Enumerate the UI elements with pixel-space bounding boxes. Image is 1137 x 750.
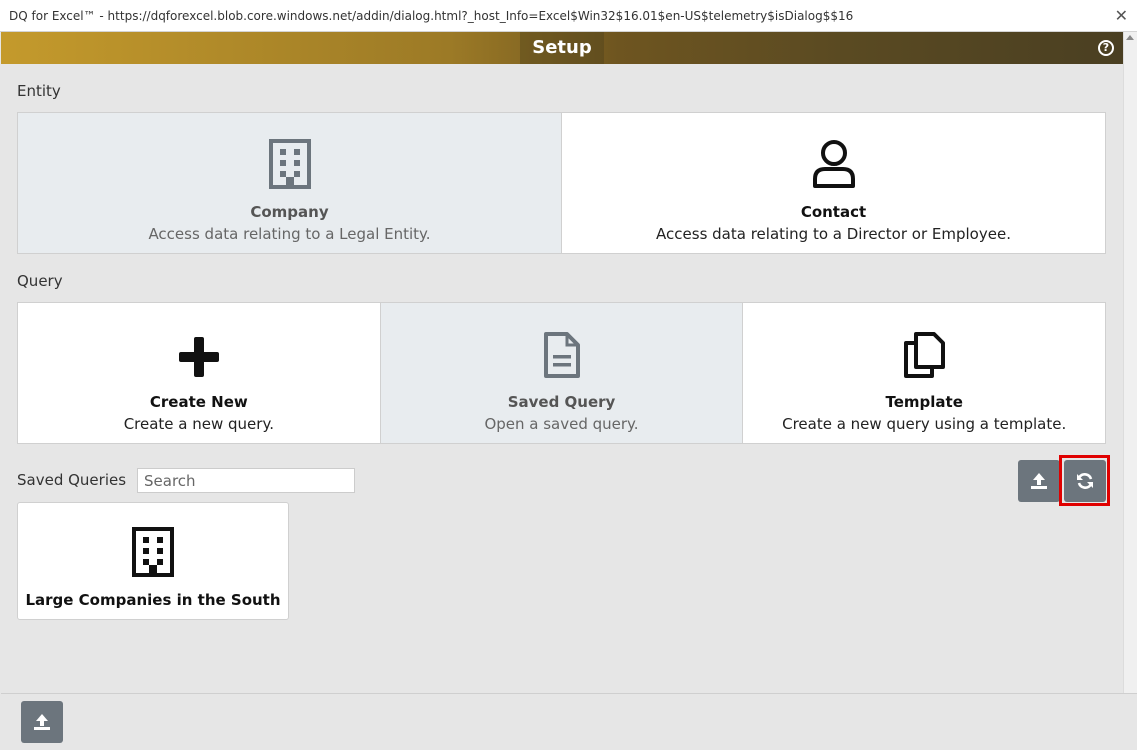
- saved-queries-label: Saved Queries: [17, 471, 127, 489]
- footer: [1, 693, 1137, 750]
- create-new-card-desc: Create a new query.: [123, 415, 274, 433]
- upload-icon: [1031, 473, 1047, 489]
- template-card-desc: Create a new query using a template.: [782, 415, 1067, 433]
- entity-section-label: Entity: [17, 82, 61, 100]
- user-icon: [811, 139, 857, 193]
- setup-header: Setup ?: [1, 32, 1123, 64]
- close-icon[interactable]: ✕: [1115, 0, 1128, 31]
- upload-icon: [34, 714, 50, 730]
- create-new-card-title: Create New: [149, 393, 248, 411]
- saved-query-item[interactable]: Large Companies in the South: [17, 502, 289, 620]
- saved-query-card-desc: Open a saved query.: [484, 415, 639, 433]
- template-card-title: Template: [885, 393, 963, 411]
- company-card[interactable]: Company Access data relating to a Legal …: [18, 113, 562, 253]
- footer-upload-button[interactable]: [21, 701, 63, 743]
- saved-query-item-name: Large Companies in the South: [25, 591, 281, 609]
- window-titlebar: DQ for Excel™ - https://dqforexcel.blob.…: [0, 0, 1137, 32]
- file-icon: [543, 331, 581, 383]
- contact-card-desc: Access data relating to a Director or Em…: [656, 225, 1011, 243]
- search-input[interactable]: [137, 468, 355, 493]
- window-title: DQ for Excel™ - https://dqforexcel.blob.…: [9, 9, 854, 23]
- building-icon: [131, 527, 175, 581]
- query-cards: Create New Create a new query. Saved Que…: [17, 302, 1106, 444]
- entity-cards: Company Access data relating to a Legal …: [17, 112, 1106, 254]
- building-icon: [268, 139, 312, 193]
- create-new-card[interactable]: Create New Create a new query.: [18, 303, 381, 443]
- query-section-label: Query: [17, 272, 63, 290]
- upload-button[interactable]: [1018, 460, 1060, 502]
- scrollbar[interactable]: [1123, 32, 1137, 693]
- company-card-title: Company: [250, 203, 329, 221]
- scroll-up-arrow-icon[interactable]: [1126, 35, 1134, 40]
- template-card[interactable]: Template Create a new query using a temp…: [743, 303, 1106, 443]
- saved-query-card-title: Saved Query: [507, 393, 616, 411]
- contact-card-title: Contact: [800, 203, 867, 221]
- copy-icon: [902, 331, 946, 383]
- refresh-button-highlight: [1059, 455, 1110, 506]
- company-card-desc: Access data relating to a Legal Entity.: [148, 225, 431, 243]
- plus-icon: [177, 335, 221, 383]
- saved-query-card[interactable]: Saved Query Open a saved query.: [380, 303, 744, 443]
- contact-card[interactable]: Contact Access data relating to a Direct…: [562, 113, 1105, 253]
- help-icon[interactable]: ?: [1098, 40, 1114, 56]
- page-title: Setup: [520, 32, 604, 64]
